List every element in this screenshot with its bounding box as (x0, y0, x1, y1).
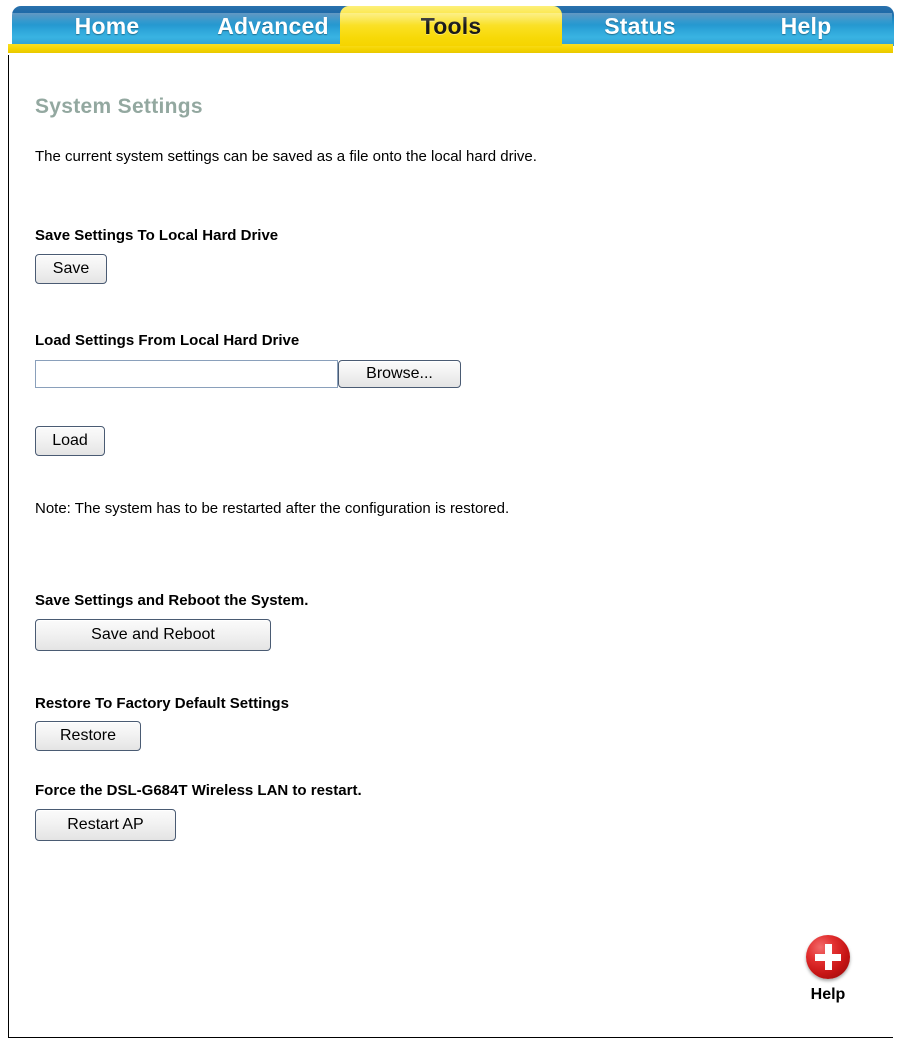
browse-button[interactable]: Browse... (338, 360, 461, 388)
page-title: System Settings (35, 95, 203, 118)
page-intro-text: The current system settings can be saved… (35, 148, 537, 165)
content-inner: System Settings The current system setti… (9, 55, 893, 1037)
tab-tools[interactable]: Tools (340, 6, 562, 46)
main-navigation: Home Advanced Status Help Tools (0, 0, 900, 53)
save-button[interactable]: Save (35, 254, 107, 284)
restore-defaults-label: Restore To Factory Default Settings (35, 695, 289, 712)
restore-button[interactable]: Restore (35, 721, 141, 751)
plus-vertical-bar (824, 944, 832, 970)
restart-ap-button[interactable]: Restart AP (35, 809, 176, 841)
system-settings-page: Home Advanced Status Help Tools System S… (0, 0, 900, 1045)
save-reboot-label: Save Settings and Reboot the System. (35, 592, 309, 609)
tab-home[interactable]: Home (12, 6, 202, 46)
tab-help[interactable]: Help (718, 6, 894, 46)
load-settings-label: Load Settings From Local Hard Drive (35, 332, 300, 349)
save-settings-label: Save Settings To Local Hard Drive (35, 227, 279, 244)
restore-note-text: Note: The system has to be restarted aft… (35, 500, 510, 517)
load-button[interactable]: Load (35, 426, 105, 456)
help-button[interactable]: Help (788, 935, 868, 1004)
tab-bar: Home Advanced Status Help Tools (0, 6, 900, 46)
content-frame: System Settings The current system setti… (8, 55, 893, 1038)
save-and-reboot-button[interactable]: Save and Reboot (35, 619, 271, 651)
load-file-path-input[interactable] (35, 360, 338, 388)
restart-ap-label: Force the DSL-G684T Wireless LAN to rest… (35, 782, 362, 799)
help-label: Help (810, 986, 846, 1003)
help-plus-icon[interactable] (806, 935, 850, 979)
tab-status[interactable]: Status (536, 6, 744, 46)
